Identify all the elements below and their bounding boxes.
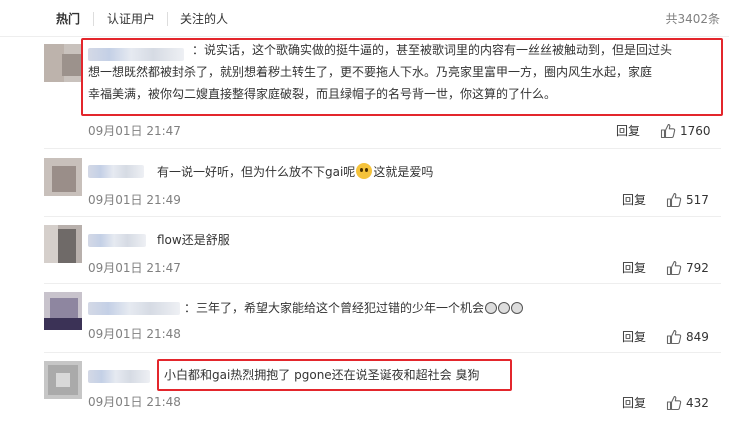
reply-button[interactable]: 回复 [622,395,646,411]
reply-button[interactable]: 回复 [622,260,646,276]
like-count: 1760 [680,124,711,138]
avatar[interactable] [44,292,82,330]
comment-time: 09月01日 21:47 [88,124,181,138]
comment-text-line: 想一想既然都被封杀了，就别想着秽土转生了，更不要拖人下水。乃亮家里富甲一方，圈内… [88,65,653,79]
like-button[interactable]: 432 [666,395,716,411]
emoji-icon [510,302,523,314]
thumbs-up-icon [666,330,682,345]
username-blurred[interactable] [88,302,180,315]
comment-divider [44,216,721,217]
emoji-icon [497,302,510,314]
thumbs-up-icon [660,124,676,139]
like-button[interactable]: 517 [666,192,716,208]
reply-button[interactable]: 回复 [622,329,646,345]
like-count: 792 [686,261,709,275]
like-count: 849 [686,330,709,344]
like-count: 432 [686,396,709,410]
comment-text: ：说实话，这个歌确实做的挺牛逼的，甚至被歌词里的内容有一丝丝被触动到，但是回过头… [88,39,720,105]
reply-button[interactable]: 回复 [622,192,646,208]
thumbs-up-icon [666,396,682,411]
username-blurred[interactable] [88,165,144,178]
comment-text-line: ：说实话，这个歌确实做的挺牛逼的，甚至被歌词里的内容有一丝丝被触动到，但是回过头 [192,43,673,57]
comment-text-segment: 有一说一好听，但为什么放不下gai呢 [157,165,356,179]
like-button[interactable]: 1760 [660,123,716,139]
tab-divider [93,12,94,26]
comment-time: 09月01日 21:49 [88,193,181,207]
avatar[interactable] [44,225,82,263]
like-button[interactable]: 792 [666,260,716,276]
comment-text-segment: 这就是爱吗 [373,165,434,179]
thumbs-up-icon [666,193,682,208]
thumbs-up-icon [666,261,682,276]
tab-following[interactable]: 关注的人 [180,11,228,27]
comment-divider [44,352,721,353]
tab-divider [167,12,168,26]
comment-time: 09月01日 21:48 [88,327,181,341]
comment-divider [44,148,721,149]
avatar[interactable] [44,158,82,196]
comment-text-line: 幸福美满，被你勾二嫂直接整得家庭破裂，而且绿帽子的名号背一世，你这算的了什么。 [88,87,557,101]
username-blurred[interactable] [88,370,150,383]
username-blurred[interactable] [88,234,146,247]
comment-divider [44,283,721,284]
comment-text: ：三年了，希望大家能给这个曾经犯过错的少年一个机会 [184,297,523,319]
like-count: 517 [686,193,709,207]
like-button[interactable]: 849 [666,329,716,345]
comment-text: 有一说一好听，但为什么放不下gai呢 这就是爱吗 [157,161,433,183]
comment-time: 09月01日 21:48 [88,395,181,409]
avatar[interactable] [44,361,82,399]
comment-time: 09月01日 21:47 [88,261,181,275]
comment-tabs: 热门 认证用户 关注的人 共3402条 [0,0,729,37]
reply-button[interactable]: 回复 [616,123,640,139]
emoji-icon [356,163,373,179]
avatar[interactable] [44,44,82,82]
comment-text: flow还是舒服 [157,233,230,247]
tab-hot[interactable]: 热门 [56,11,80,27]
comment-text: 小白都和gai热烈拥抱了 pgone还在说圣诞夜和超社会 臭狗 [164,368,480,382]
comment-count: 共3402条 [665,12,720,26]
comment-text-segment: ：三年了，希望大家能给这个曾经犯过错的少年一个机会 [184,301,485,315]
tab-verified-users[interactable]: 认证用户 [107,11,155,27]
emoji-icon [484,302,497,314]
